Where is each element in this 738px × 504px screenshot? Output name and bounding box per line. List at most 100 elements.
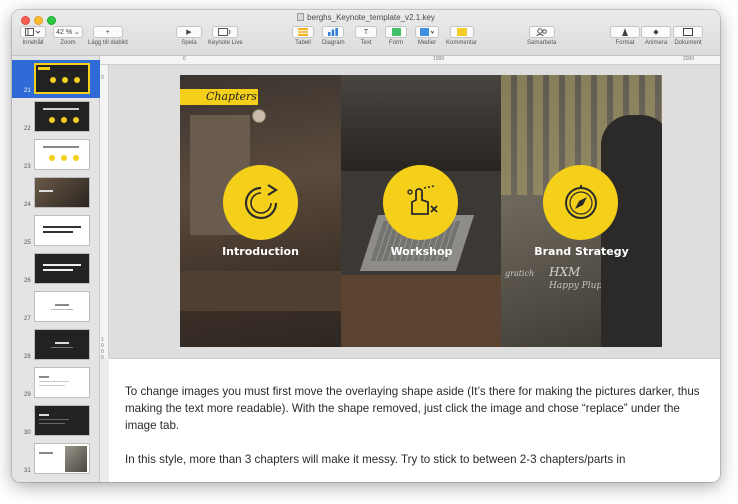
format-button[interactable]: Format [610,26,640,46]
slide-preview [34,367,90,398]
slide-preview [34,101,90,132]
add-slide-label: Lägg till diabild [88,40,128,46]
play-icon: ▶ [176,26,202,38]
slide-preview [34,215,90,246]
collaborate-button[interactable]: Samarbeta [527,26,556,46]
slide-number: 25 [24,240,31,246]
comment-label: Kommentar [446,40,478,46]
whiteboard-text: gratich [505,269,535,278]
document-icon [297,13,305,21]
slide-number: 28 [24,354,31,360]
chart-button[interactable]: Diagram [322,26,345,46]
slide-canvas[interactable]: HXM Happy Plups gratich Chapters Introdu… [109,65,720,358]
zoom-value: 42 % [56,28,73,36]
slide-number: 30 [24,430,31,436]
text-icon: T [355,26,377,38]
keynote-window: berghs_Keynote_template_v2.1.key Innehål… [12,10,720,482]
slide-preview [34,253,90,284]
view-button[interactable]: Innehåll [20,26,46,46]
collaborate-label: Samarbeta [527,40,557,46]
slide-number: 31 [24,468,31,474]
collaborate-icon [528,26,555,38]
notes-paragraph: To change images you must first move the… [125,385,700,432]
slide-preview [34,443,90,474]
ruler-tick: 0 [183,56,186,62]
shape-label: Form [389,40,403,46]
brand-strategy-circle[interactable] [543,165,618,240]
whiteboard-text: HXM [549,265,581,279]
slide-thumbnail-29[interactable]: 29 [12,364,100,402]
ruler-tick: 2000 [683,56,695,62]
slide-number: 21 [24,88,31,94]
table-label: Tabell [295,40,311,46]
keynote-live-label: Keynote Live [208,40,243,46]
sidebar-icon [20,26,46,38]
play-label: Spela [181,40,197,46]
horizontal-ruler[interactable]: 0 1000 2000 [100,56,720,65]
table-button[interactable]: Tabell [292,26,314,46]
slide-preview [34,405,90,436]
chart-label: Diagram [322,40,345,46]
chapter-label-brand-strategy[interactable]: Brand Strategy [501,245,662,258]
presenter-notes[interactable]: To change images you must first move the… [109,358,720,482]
slide-number: 26 [24,278,31,284]
zoom-select[interactable]: 42 % ⌄ Zoom [53,26,83,46]
media-icon [415,26,439,38]
document-button[interactable]: Dokument [673,26,703,46]
slide-preview [34,177,90,208]
table-icon [292,26,314,38]
refresh-arrow-icon [244,183,278,219]
diamond-icon: ◆ [641,26,671,38]
plus-icon: + [92,26,123,38]
slide-preview [34,329,90,360]
media-button[interactable]: Medier [415,26,439,46]
vertical-ruler[interactable]: 0 1 0 0 0 [100,65,109,361]
slide-thumbnail-23[interactable]: 23 [12,136,100,174]
workshop-circle[interactable] [383,165,458,240]
window-title: berghs_Keynote_template_v2.1.key [12,13,720,22]
slide-thumbnail-30[interactable]: 30 [12,402,100,440]
slide-thumbnail-21[interactable]: 21 [12,60,100,98]
slide-thumbnail-26[interactable]: 26 [12,250,100,288]
shape-icon [385,26,407,38]
slide-thumbnail-25[interactable]: 25 [12,212,100,250]
add-slide-button[interactable]: + Lägg till diabild [88,26,128,46]
slide-thumbnail-28[interactable]: 28 [12,326,100,364]
ruler-tick: 1000 [433,56,445,62]
format-label: Format [615,40,635,46]
chapter-label-introduction[interactable]: Introduction [180,245,341,258]
document-label: Dokument [674,40,702,46]
comment-icon [449,26,474,38]
slide[interactable]: HXM Happy Plups gratich Chapters Introdu… [180,75,662,347]
media-label: Medier [417,40,437,46]
comment-button[interactable]: Kommentar [446,26,477,46]
notes-paragraph: In this style, more than 3 chapters will… [125,453,626,466]
chapters-tag[interactable]: Chapters [180,89,258,105]
slide-thumbnail-22[interactable]: 22 [12,98,100,136]
slide-thumbnail-31[interactable]: 31 [12,440,100,478]
text-label: Text [360,40,372,46]
bar-chart-icon [322,26,345,38]
slide-preview [34,139,90,170]
hand-touch-icon [406,184,438,215]
slide-number: 23 [24,164,31,170]
text-button[interactable]: T Text [355,26,377,46]
animate-button[interactable]: ◆ Animera [641,26,671,46]
keynote-live-icon [212,26,239,38]
chapters-tag-text: Chapters [206,90,257,103]
chapter-label-workshop[interactable]: Workshop [341,245,502,258]
introduction-circle[interactable] [223,165,298,240]
view-label: Innehåll [22,40,44,46]
ruler-tick: 0 [101,75,104,81]
animate-label: Animera [644,40,668,46]
slide-number: 29 [24,392,31,398]
slide-thumbnail-27[interactable]: 27 [12,288,100,326]
slide-number: 22 [24,126,31,132]
keynote-live-button[interactable]: Keynote Live [208,26,243,46]
compass-icon [564,184,597,219]
slide-navigator[interactable]: 21 22 23 24 25 26 27 28 29 30 31 [12,56,100,482]
window-title-text: berghs_Keynote_template_v2.1.key [307,13,435,22]
shape-button[interactable]: Form [385,26,407,46]
slide-thumbnail-24[interactable]: 24 [12,174,100,212]
play-button[interactable]: ▶ Spela [176,26,202,46]
